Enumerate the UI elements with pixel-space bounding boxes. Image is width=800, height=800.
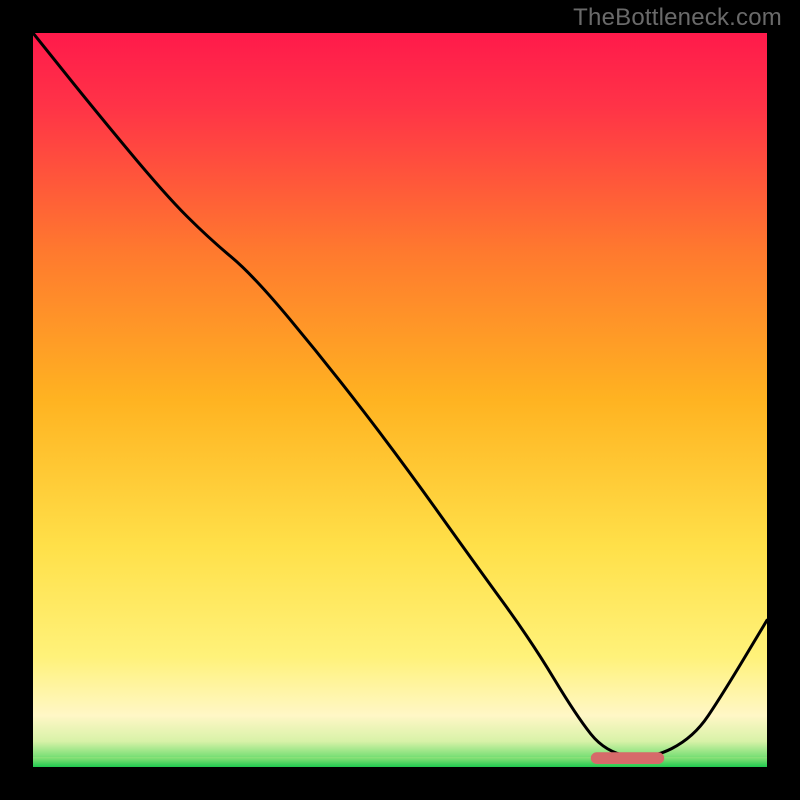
curve-svg — [33, 33, 767, 767]
optimal-marker — [591, 752, 664, 764]
plot-area — [33, 33, 767, 767]
bottleneck-curve — [33, 33, 767, 757]
watermark-text: TheBottleneck.com — [573, 4, 782, 32]
chart-frame: TheBottleneck.com — [0, 0, 800, 800]
